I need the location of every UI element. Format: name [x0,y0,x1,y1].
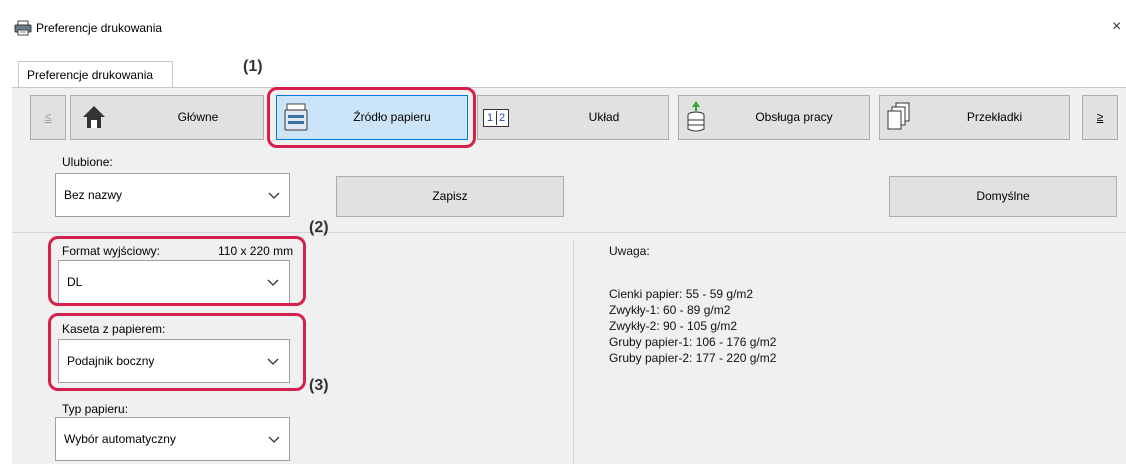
save-button[interactable]: Zapisz [336,176,564,217]
save-label: Zapisz [432,189,468,203]
favorites-label: Ulubione: [62,155,113,169]
nav-next-label: ≥ [1096,110,1104,124]
nav-layout-button[interactable]: 1 2 Układ [477,95,669,140]
nav-inserts-label: Przekładki [966,110,1023,124]
nav-prev-button[interactable]: ≤ [30,95,66,140]
vertical-divider [573,240,574,464]
highlight-paper-tray [48,313,306,391]
callout-2: (2) [309,219,329,236]
home-icon [83,106,105,128]
note-line: Gruby papier-1: 106 - 176 g/m2 [609,335,777,349]
paper-type-select[interactable]: Wybór automatyczny [55,417,290,461]
callout-3: (3) [309,377,329,394]
defaults-button[interactable]: Domyślne [889,176,1117,217]
highlight-output-size [48,236,306,306]
job-stack-icon [687,101,705,132]
window-title: Preferencje drukowania [36,21,163,35]
nav-job-handling-label: Obsługa pracy [755,110,833,124]
nav-main-label: Główne [177,110,219,124]
section-divider [12,232,1126,233]
note-line: Zwykły-2: 90 - 105 g/m2 [609,319,738,333]
layout-icon: 1 2 [483,109,509,127]
close-button[interactable]: × [1112,18,1121,36]
nav-next-button[interactable]: ≥ [1082,95,1118,140]
highlight-paper-source [267,87,476,148]
chevron-down-icon [268,192,280,199]
note-line: Gruby papier-2: 177 - 220 g/m2 [609,351,777,365]
paper-type-value: Wybór automatyczny [64,432,176,446]
nav-inserts-button[interactable]: Przekładki [879,95,1070,140]
chevron-down-icon [268,436,280,443]
note-line: Zwykły-1: 60 - 89 g/m2 [609,303,731,317]
favorites-select[interactable]: Bez nazwy [55,173,290,217]
nav-prev-label: ≤ [44,110,52,124]
paper-type-label: Typ papieru: [62,402,129,416]
nav-main-button[interactable]: Główne [70,95,264,140]
printer-icon [14,20,32,36]
nav-layout-label: Układ [588,110,620,124]
tab-label: Preferencje drukowania [27,68,154,82]
nav-job-handling-button[interactable]: Obsługa pracy [678,95,870,140]
defaults-label: Domyślne [976,189,1030,203]
note-title: Uwaga: [609,244,650,258]
tab-printing-preferences[interactable]: Preferencje drukowania [18,61,173,88]
callout-1: (1) [243,58,263,75]
inserts-icon [887,102,910,130]
favorites-value: Bez nazwy [64,188,123,202]
note-line: Cienki papier: 55 - 59 g/m2 [609,287,754,301]
title-bar: Preferencje drukowania × [0,0,1126,44]
